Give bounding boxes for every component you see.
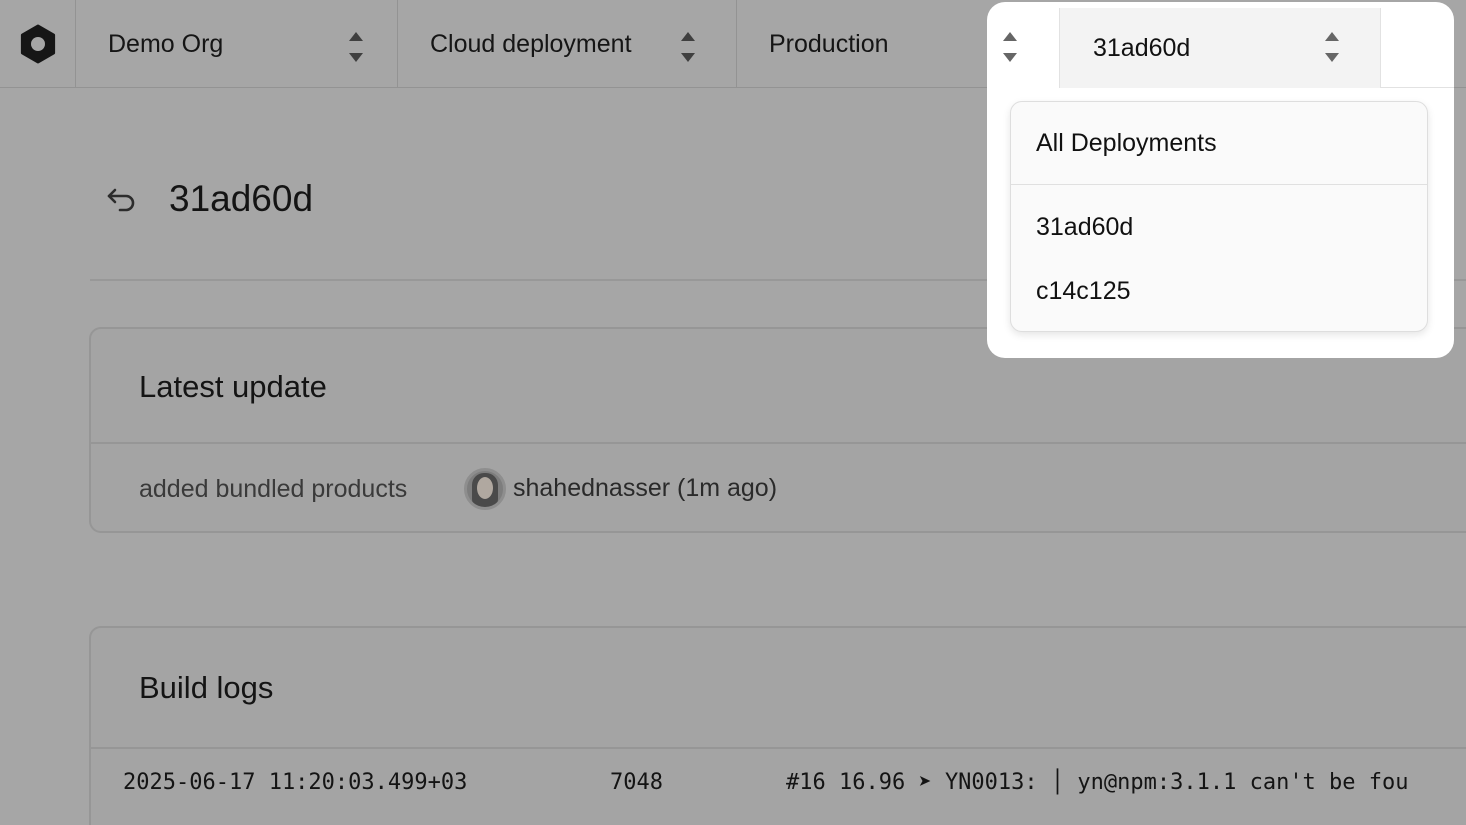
divider	[91, 747, 1466, 749]
chevron-updown-icon	[1324, 32, 1340, 62]
undo-arrow-icon[interactable]	[104, 184, 138, 216]
chevron-updown-icon	[348, 32, 364, 62]
latest-update-title: Latest update	[139, 369, 327, 404]
divider	[1011, 184, 1427, 185]
page-title: 31ad60d	[169, 178, 314, 219]
divider	[1381, 87, 1454, 88]
logo-button[interactable]	[0, 0, 76, 88]
deployment-selector-label: 31ad60d	[1093, 33, 1191, 62]
log-message: #16 16.96 ➤ YN0013: │ yn@npm:3.1.1 can't…	[786, 770, 1409, 795]
deployment-menu: All Deployments 31ad60d c14c125	[1010, 101, 1428, 332]
avatar	[464, 468, 506, 510]
environment-selector-label: Production	[769, 29, 889, 58]
chevron-updown-icon	[680, 32, 696, 62]
environment-selector[interactable]: Production	[737, 0, 987, 88]
project-selector[interactable]: Cloud deployment	[398, 0, 737, 88]
hexagon-logo-icon	[20, 24, 55, 64]
commit-author: shahednasser (1m ago)	[513, 474, 778, 502]
build-logs-title: Build logs	[139, 670, 274, 705]
org-selector[interactable]: Demo Org	[76, 0, 398, 88]
log-line-number: 7048	[610, 770, 663, 795]
chevron-updown-icon	[1002, 32, 1018, 62]
menu-item-all-deployments[interactable]: All Deployments	[1036, 129, 1217, 158]
deployment-selector[interactable]: 31ad60d	[1059, 8, 1381, 88]
build-logs-card: Build logs 2025-06-17 11:20:03.499+03 70…	[89, 626, 1466, 825]
menu-item-deployment[interactable]: 31ad60d	[1036, 213, 1133, 242]
environment-selector-toggle[interactable]	[987, 8, 1059, 88]
org-selector-label: Demo Org	[108, 29, 224, 58]
commit-message: added bundled products	[139, 475, 408, 503]
project-selector-label: Cloud deployment	[430, 29, 632, 58]
menu-item-deployment[interactable]: c14c125	[1036, 277, 1131, 306]
divider	[91, 442, 1466, 444]
log-timestamp: 2025-06-17 11:20:03.499+03	[123, 770, 468, 795]
